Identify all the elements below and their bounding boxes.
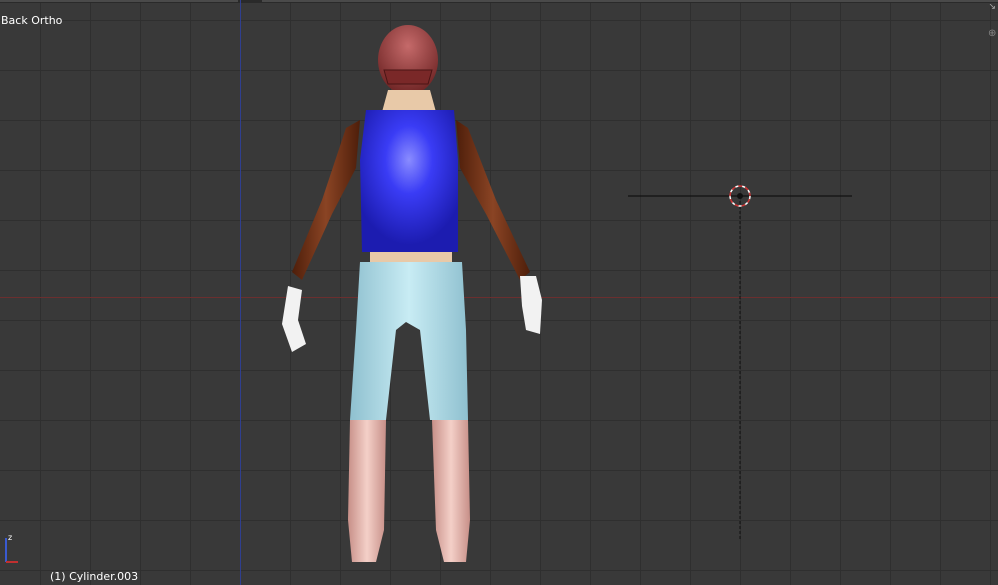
3d-viewport[interactable]: ↘ ⊕ Back Ortho z (1) Cylinder.003 <box>0 0 998 585</box>
left-sleeve <box>292 120 360 280</box>
waist <box>370 252 452 262</box>
pants <box>350 262 468 420</box>
3d-cursor-icon[interactable] <box>628 185 852 540</box>
helmet-visor <box>383 69 433 85</box>
active-object-label: (1) Cylinder.003 <box>50 570 139 583</box>
scene-overlay: z <box>5 25 852 563</box>
right-sleeve <box>456 120 530 280</box>
right-boot <box>432 420 470 562</box>
left-boot <box>348 420 386 562</box>
svg-text:z: z <box>8 533 12 542</box>
axes-gizmo-icon: z <box>5 533 18 563</box>
neck <box>382 90 436 112</box>
left-glove <box>282 286 306 352</box>
vest <box>360 110 458 252</box>
character-figure[interactable] <box>282 25 542 562</box>
right-glove <box>520 276 542 334</box>
